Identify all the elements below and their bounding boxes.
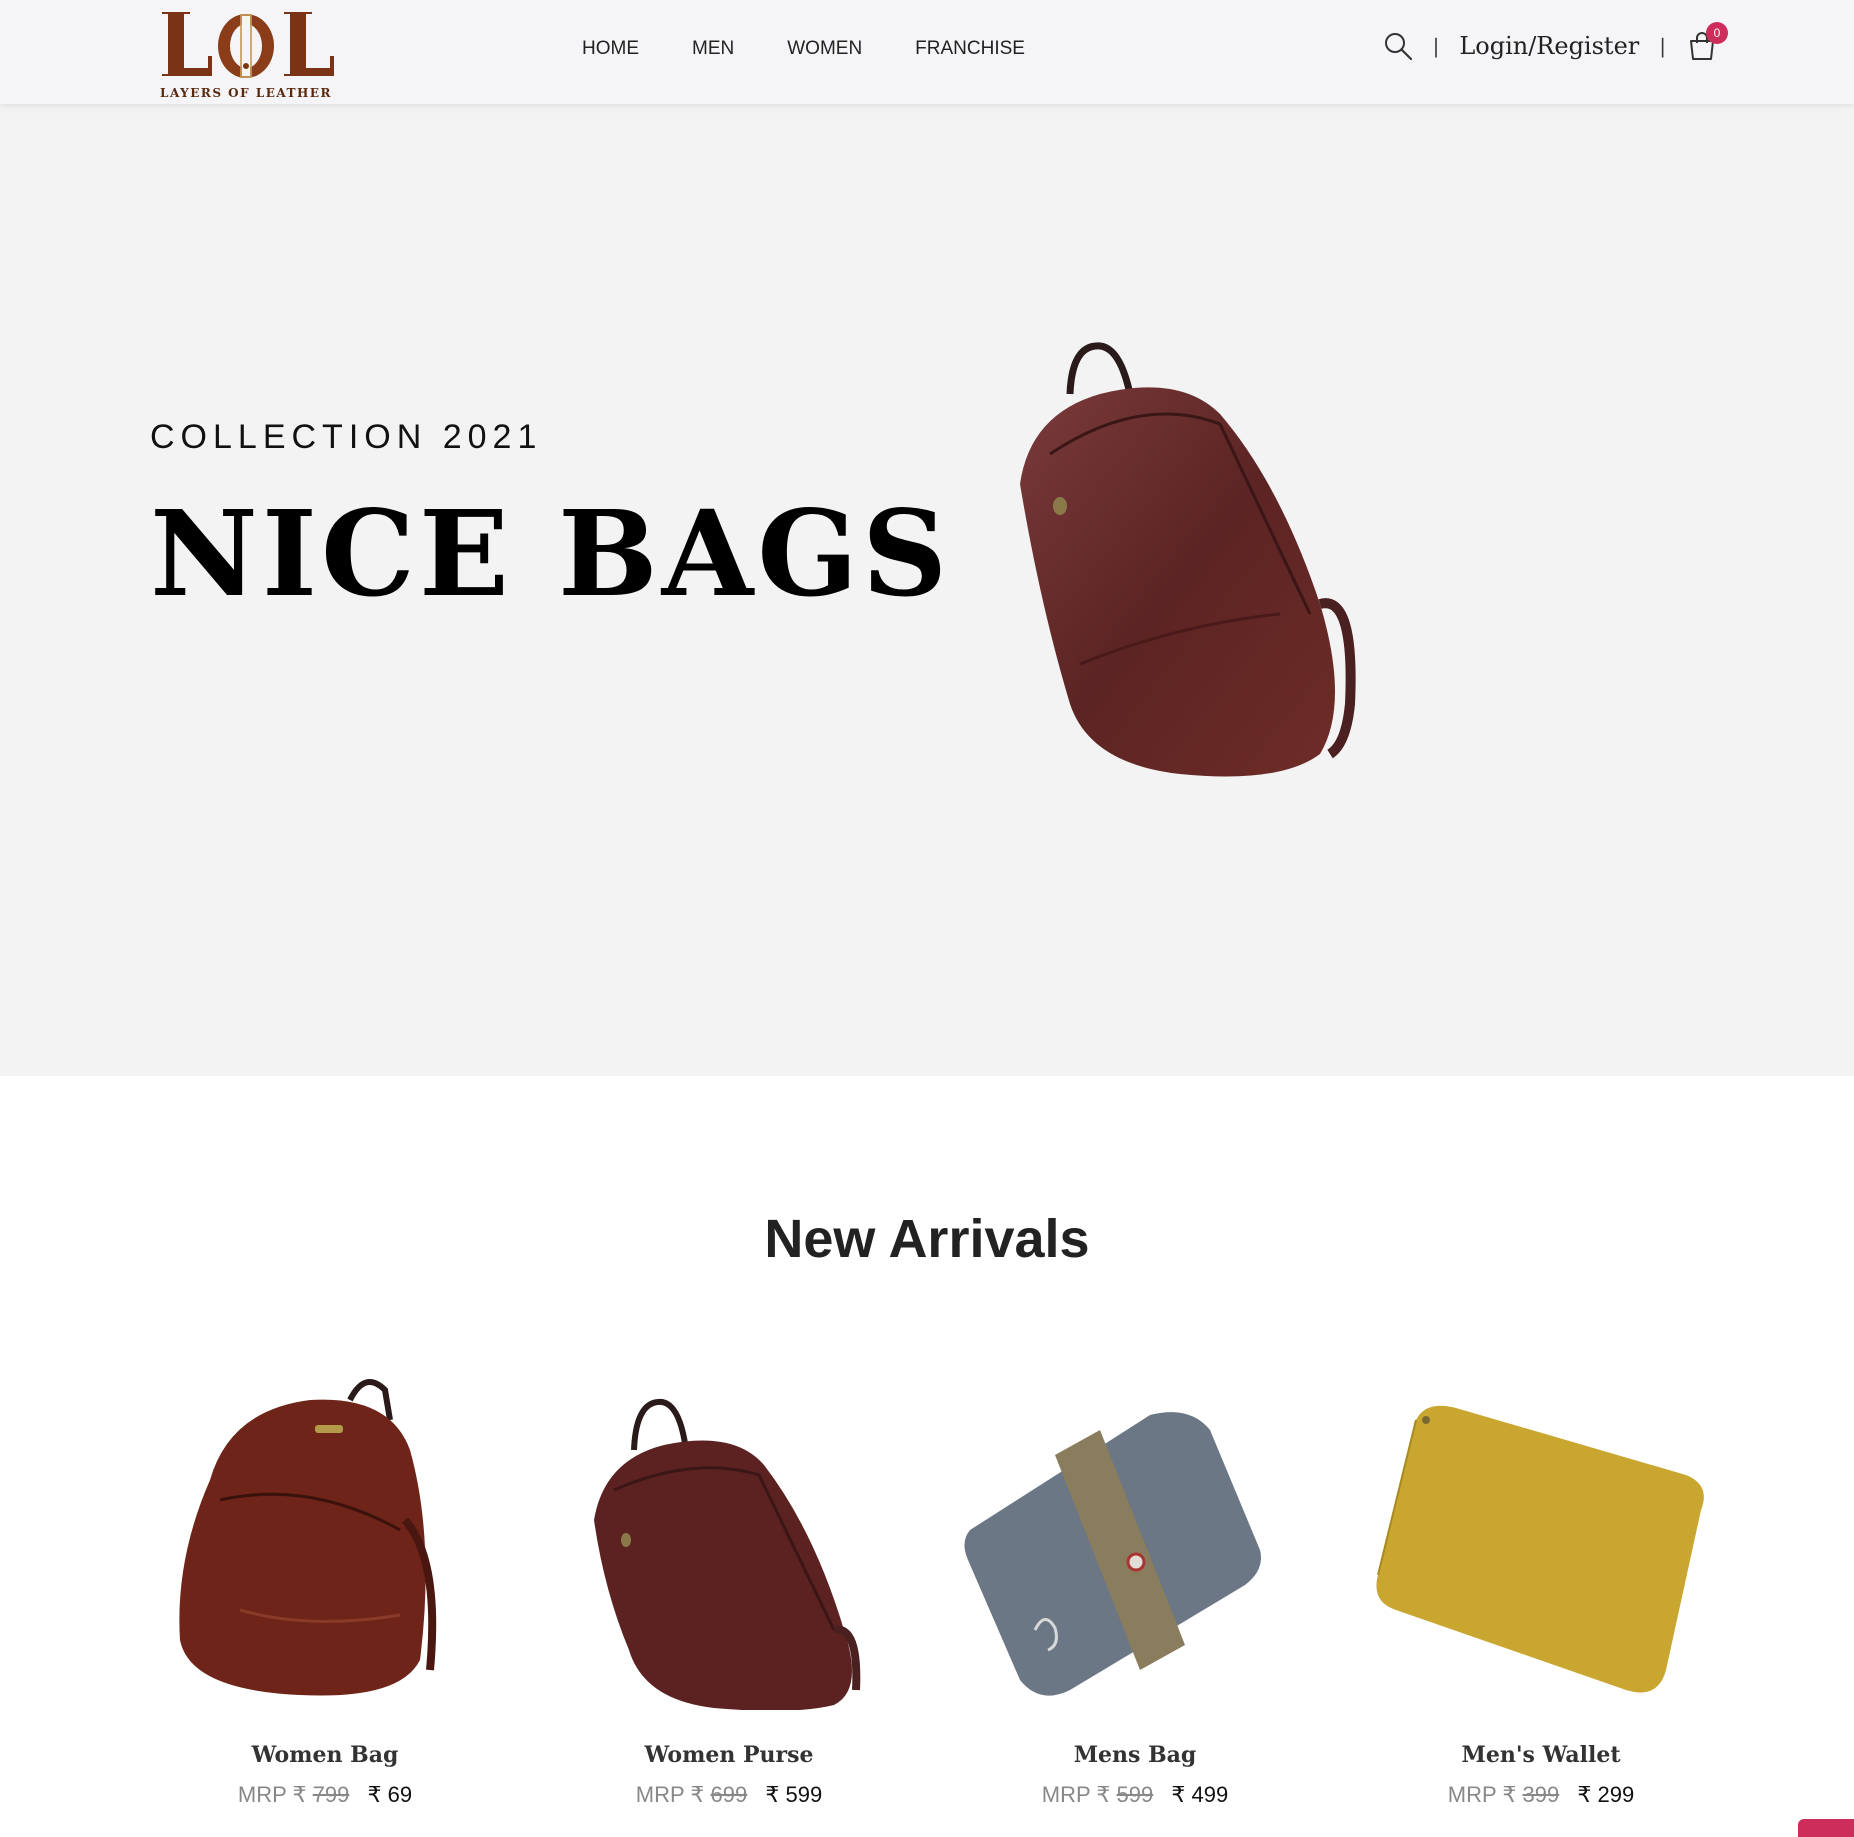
product-image-backpack [179, 1379, 437, 1696]
cart-count-badge: 0 [1706, 22, 1728, 44]
old-price: 399 [1522, 1782, 1560, 1807]
logo-tagline: LAYERS OF LEATHER [160, 86, 332, 100]
product-name: Women Bag [251, 1742, 399, 1768]
product-name: Men's Wallet [1461, 1742, 1621, 1768]
cart-button[interactable]: 0 [1686, 22, 1728, 62]
product-price: MRP ₹ 799 ₹ 69 [140, 1782, 510, 1808]
nav-home[interactable]: HOME [582, 38, 639, 60]
product-image-wallet-yellow [1376, 1405, 1704, 1693]
nav-women[interactable]: WOMEN [787, 38, 862, 60]
main-nav: HOME MEN WOMEN FRANCHISE [582, 38, 1025, 60]
product-image-wallet-grey [964, 1412, 1261, 1696]
hero-title: NICE BAGS [150, 484, 952, 623]
site-header: LAYERS OF LEATHER HOME MEN WOMEN FRANCHI… [0, 0, 1854, 104]
old-price: 699 [710, 1782, 748, 1807]
product-price: MRP ₹ 699 ₹ 599 [544, 1782, 914, 1808]
mrp-label: MRP ₹ [1041, 1782, 1111, 1807]
mrp-label: MRP ₹ [237, 1782, 307, 1807]
old-price: 799 [312, 1782, 350, 1807]
product-grid: Women Bag MRP ₹ 799 ₹ 69 Women Purse MRP… [140, 1360, 1704, 1820]
logo-mark-icon [162, 12, 334, 78]
mrp-label: MRP ₹ [1447, 1782, 1517, 1807]
current-price: ₹ 599 [765, 1782, 823, 1807]
product-image-sling-backpack [594, 1398, 861, 1710]
hero-backpack-image [1020, 342, 1356, 777]
product-card[interactable]: Mens Bag MRP ₹ 599 ₹ 499 [950, 1360, 1320, 1820]
nav-men[interactable]: MEN [692, 38, 734, 60]
hero-banner: COLLECTION 2021 NICE BAGS [0, 104, 1854, 1076]
product-card[interactable]: Women Purse MRP ₹ 699 ₹ 599 [544, 1360, 914, 1820]
chat-widget-tab[interactable] [1798, 1819, 1854, 1837]
search-icon[interactable] [1383, 31, 1413, 61]
login-register-link[interactable]: Login/Register [1459, 32, 1639, 60]
header-separator: | [1432, 34, 1440, 58]
mrp-label: MRP ₹ [635, 1782, 705, 1807]
site-logo[interactable]: LAYERS OF LEATHER [156, 6, 346, 100]
hero-subtitle: COLLECTION 2021 [150, 418, 543, 456]
new-arrivals-heading: New Arrivals [764, 1209, 1090, 1269]
current-price: ₹ 299 [1577, 1782, 1635, 1807]
nav-franchise[interactable]: FRANCHISE [915, 38, 1025, 60]
product-price: MRP ₹ 599 ₹ 499 [950, 1782, 1320, 1808]
header-separator: | [1659, 34, 1666, 58]
product-name: Women Purse [644, 1742, 814, 1768]
product-name: Mens Bag [1073, 1742, 1197, 1768]
product-card[interactable]: Men's Wallet MRP ₹ 399 ₹ 299 [1356, 1360, 1726, 1820]
old-price: 599 [1116, 1782, 1154, 1807]
header-actions: | Login/Register | 0 [1383, 22, 1728, 66]
current-price: ₹ 69 [367, 1782, 413, 1807]
current-price: ₹ 499 [1171, 1782, 1229, 1807]
product-price: MRP ₹ 399 ₹ 299 [1356, 1782, 1726, 1808]
product-card[interactable]: Women Bag MRP ₹ 799 ₹ 69 [140, 1360, 510, 1820]
